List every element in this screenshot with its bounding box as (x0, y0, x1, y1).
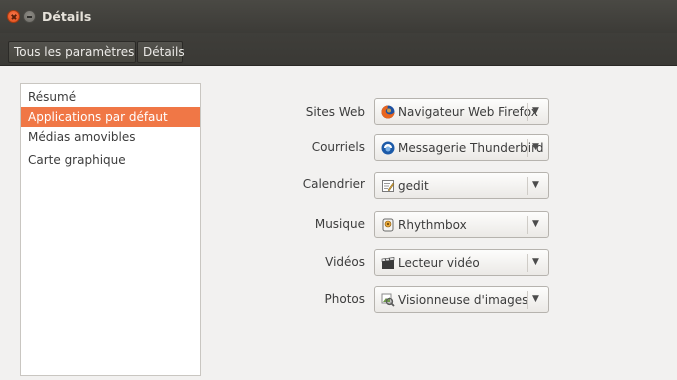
chevron-down-icon: ▼ (532, 142, 539, 152)
firefox-icon (381, 105, 395, 119)
chevron-down-icon: ▼ (532, 257, 539, 267)
sidebar-item-summary[interactable]: Résumé (21, 87, 200, 107)
music-label: Musique (314, 217, 365, 231)
sidebar: Résumé Applications par défaut Médias am… (20, 83, 201, 376)
calendar-value: gedit (398, 179, 429, 193)
combo-separator (527, 216, 528, 234)
web-label: Sites Web (305, 105, 365, 119)
breadcrumb-all-settings[interactable]: Tous les paramètres (8, 41, 136, 63)
music-player-select[interactable]: Rhythmbox ▼ (374, 211, 549, 238)
sidebar-item-default-applications[interactable]: Applications par défaut (21, 107, 200, 127)
video-player-select[interactable]: Lecteur vidéo ▼ (374, 249, 549, 276)
thunderbird-icon (381, 141, 395, 155)
mail-label: Courriels (311, 140, 365, 154)
web-browser-select[interactable]: Navigateur Web Firefox ▼ (374, 98, 549, 125)
combo-separator (527, 139, 528, 157)
sidebar-item-graphics-card[interactable]: Carte graphique (21, 150, 200, 170)
web-browser-value: Navigateur Web Firefox (398, 105, 538, 119)
combo-separator (527, 103, 528, 121)
combo-separator (527, 254, 528, 272)
sidebar-item-removable-media[interactable]: Médias amovibles (21, 127, 200, 147)
mail-client-select[interactable]: Messagerie Thunderbird ▼ (374, 134, 549, 161)
gedit-icon (382, 180, 395, 192)
videos-label: Vidéos (325, 255, 365, 269)
photos-label: Photos (324, 292, 365, 306)
minimize-window-button[interactable] (23, 10, 36, 23)
chevron-down-icon: ▼ (532, 294, 539, 304)
rhythmbox-icon (382, 218, 394, 232)
chevron-down-icon: ▼ (532, 106, 539, 116)
calendar-select[interactable]: gedit ▼ (374, 172, 549, 199)
combo-separator (527, 177, 528, 195)
music-player-value: Rhythmbox (398, 218, 467, 232)
title-bar: Détails (0, 0, 677, 33)
video-player-value: Lecteur vidéo (398, 256, 480, 270)
chevron-down-icon: ▼ (532, 180, 539, 190)
mail-client-value: Messagerie Thunderbird (398, 141, 544, 155)
image-viewer-icon (381, 293, 395, 307)
close-window-button[interactable] (7, 10, 20, 23)
window-title: Détails (42, 9, 92, 24)
breadcrumb-details[interactable]: Détails (137, 41, 185, 63)
video-player-icon (381, 257, 395, 269)
calendar-label: Calendrier (302, 177, 365, 191)
chevron-down-icon: ▼ (532, 219, 539, 229)
image-viewer-select[interactable]: Visionneuse d'images ▼ (374, 286, 549, 313)
image-viewer-value: Visionneuse d'images (398, 293, 529, 307)
combo-separator (527, 291, 528, 309)
